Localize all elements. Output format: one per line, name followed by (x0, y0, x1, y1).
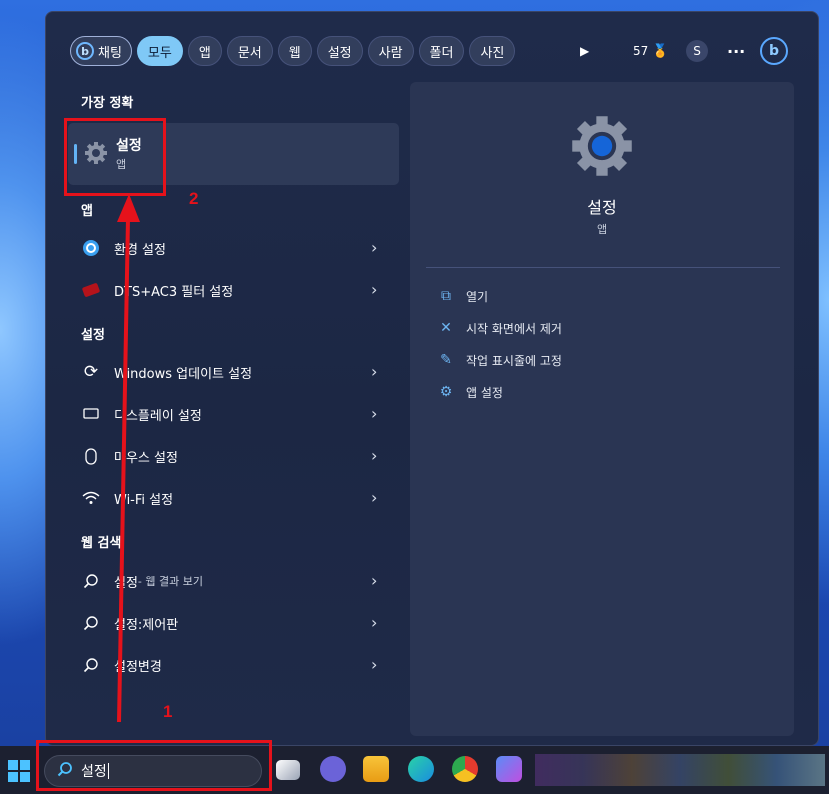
annotation-step-2: 2 (189, 189, 199, 208)
annotation-step-1: 1 (163, 702, 173, 721)
annotation-arrow (117, 194, 140, 723)
